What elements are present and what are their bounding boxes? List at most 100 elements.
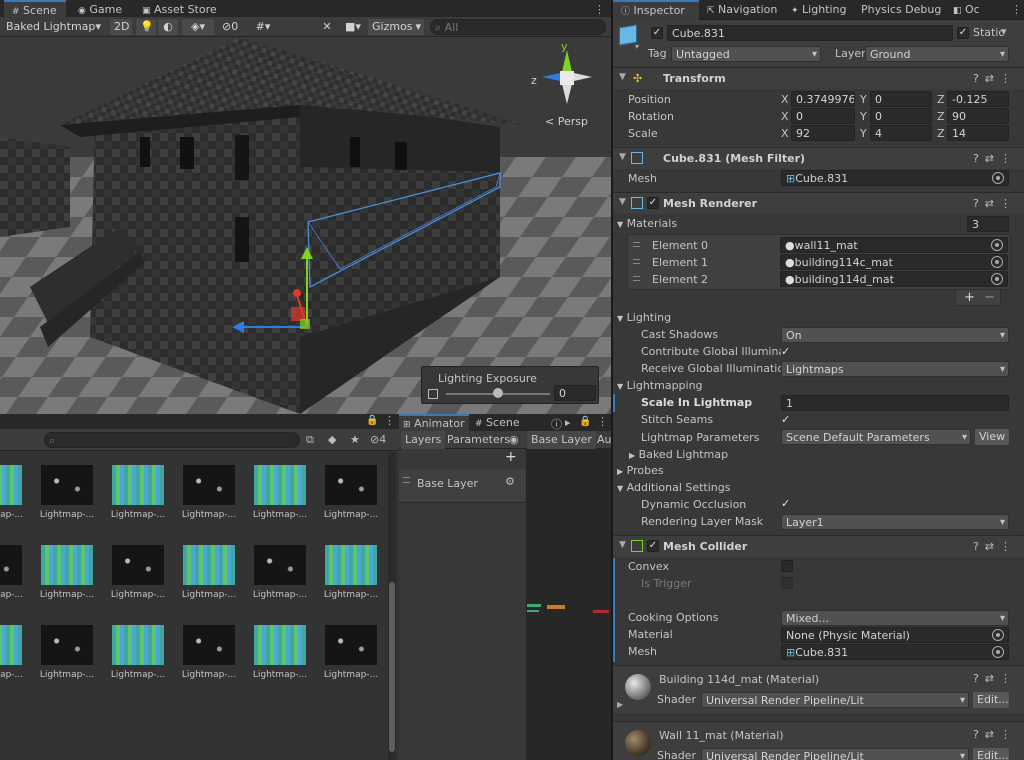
eye-icon[interactable]: ◉: [509, 433, 519, 446]
collider-material-field[interactable]: None (Physic Material): [781, 627, 1009, 643]
component-header-icons[interactable]: ?⇄⋮: [973, 672, 1017, 685]
scene-search-input[interactable]: ⌕ All: [430, 19, 606, 35]
2d-toggle[interactable]: 2D: [110, 19, 132, 35]
lightmap-params-dropdown[interactable]: Scene Default Parameters: [781, 429, 971, 445]
object-picker-icon[interactable]: [992, 172, 1004, 184]
lightmap-thumbnail[interactable]: [254, 625, 306, 665]
scale-lightmap-field[interactable]: 1: [781, 395, 1009, 411]
transform-position-y[interactable]: 0: [870, 91, 932, 107]
stitch-seams-checkbox[interactable]: ✓: [781, 413, 790, 426]
grid-dropdown-icon[interactable]: #▾: [250, 19, 276, 35]
tab-layers[interactable]: Layers: [401, 431, 446, 449]
effects-dropdown-icon[interactable]: ◈▾: [182, 19, 214, 35]
tab-scroll-right-icon[interactable]: ▸: [565, 416, 571, 429]
exposure-slider-handle[interactable]: [493, 388, 503, 398]
anystate-state[interactable]: [527, 610, 539, 612]
drag-handle-icon[interactable]: [403, 477, 410, 483]
transform-rotation-z[interactable]: 90: [947, 108, 1009, 124]
hidden-objects-toggle[interactable]: ⊘0: [218, 19, 246, 35]
lightmap-thumbnail[interactable]: [112, 465, 164, 505]
component-header-icons[interactable]: ?⇄⋮: [973, 152, 1017, 165]
tab-animator[interactable]: ⊞ Animator: [399, 414, 469, 431]
tab-navigation[interactable]: ⇱ Navigation: [699, 0, 785, 20]
drag-handle-icon[interactable]: [633, 259, 640, 264]
lightmap-thumbnail[interactable]: [183, 625, 235, 665]
materials-count-field[interactable]: 3: [967, 216, 1009, 232]
add-layer-button[interactable]: +: [505, 449, 517, 465]
axis-x-label[interactable]: X: [781, 110, 789, 124]
mesh-renderer-enabled-checkbox[interactable]: ✓: [647, 197, 659, 209]
animator-graph[interactable]: [527, 449, 611, 760]
tab-lighting[interactable]: ✦ Lighting: [783, 0, 855, 20]
axis-z-label[interactable]: Z: [937, 93, 945, 107]
component-header-icons[interactable]: ?⇄⋮: [973, 197, 1017, 210]
auto-live-link-toggle[interactable]: Au: [595, 431, 614, 449]
collider-mesh-field[interactable]: ⊞Cube.831: [781, 644, 1009, 660]
tools-icon[interactable]: ✕: [318, 19, 336, 35]
lightmap-thumbnail[interactable]: [254, 465, 306, 505]
lightmap-thumbnail[interactable]: [325, 625, 377, 665]
mesh-renderer-header[interactable]: ▼ ✓ Mesh Renderer ?⇄⋮: [613, 192, 1024, 214]
project-search-input[interactable]: ⌕: [44, 432, 300, 448]
lightmap-thumbnail[interactable]: [325, 545, 377, 585]
material-preview-building[interactable]: ▶ Building 114d_mat (Material) Shader Un…: [613, 665, 1024, 713]
object-picker-icon[interactable]: [991, 256, 1003, 268]
cooking-options-dropdown[interactable]: Mixed...: [781, 610, 1009, 626]
scrollbar-thumb[interactable]: [389, 582, 395, 752]
drag-handle-icon[interactable]: [633, 242, 640, 247]
shader-dropdown[interactable]: Universal Render Pipeline/Lit: [701, 692, 969, 708]
tab-inspector[interactable]: ⓘ Inspector: [613, 0, 699, 20]
panel-menu-icon[interactable]: ⋮: [594, 3, 605, 16]
lock-icon[interactable]: 🔒: [366, 415, 378, 426]
lightmap-thumbnail[interactable]: [0, 545, 22, 585]
lighting-foldout[interactable]: ▼ Lighting: [617, 311, 671, 324]
tab-scene-secondary[interactable]: # Scene: [471, 414, 524, 431]
lightmap-thumbnail[interactable]: [0, 625, 22, 665]
mesh-collider-header[interactable]: ▼ ✓ Mesh Collider ?⇄⋮: [613, 535, 1024, 557]
material-preview-wall[interactable]: Wall 11_mat (Material) Shader Universal …: [613, 721, 1024, 760]
component-header-icons[interactable]: ?⇄⋮: [973, 728, 1017, 741]
scene-viewport[interactable]: y z < Persp Lighting Exposure 0: [0, 37, 611, 414]
breadcrumb-base-layer[interactable]: Base Layer: [527, 431, 596, 449]
view-button[interactable]: View: [975, 429, 1009, 445]
lightmap-thumbnail[interactable]: [254, 545, 306, 585]
gear-icon[interactable]: ⚙: [505, 475, 515, 488]
lighting-toggle-icon[interactable]: 💡: [136, 19, 156, 35]
lightmap-thumbnail[interactable]: [41, 625, 93, 665]
foldout-arrow-icon[interactable]: ▼: [619, 540, 626, 550]
transform-header[interactable]: ▼ ✣ Transform ?⇄⋮: [613, 67, 1024, 89]
persp-label[interactable]: < Persp: [545, 115, 588, 129]
transform-position-z[interactable]: -0.125: [947, 91, 1009, 107]
lightmap-thumbnail[interactable]: [41, 465, 93, 505]
edit-shader-button[interactable]: Edit...: [973, 692, 1009, 708]
lightmap-thumbnail[interactable]: [325, 465, 377, 505]
lightmap-thumbnail[interactable]: [41, 545, 93, 585]
material-element-row[interactable]: Element 0 ●wall11_mat: [628, 237, 1010, 254]
material-element-field[interactable]: ●building114d_mat: [780, 271, 1008, 287]
gizmos-dropdown[interactable]: Gizmos ▾: [368, 19, 424, 35]
transform-position-x[interactable]: 0.3749976: [791, 91, 855, 107]
foldout-arrow-icon[interactable]: ▼: [619, 197, 626, 207]
favorite-icon[interactable]: ★: [350, 433, 360, 446]
material-element-row[interactable]: Element 1 ●building114c_mat: [628, 254, 1010, 271]
active-checkbox[interactable]: ✓: [651, 27, 663, 39]
object-picker-icon[interactable]: [992, 629, 1004, 641]
axis-y-label[interactable]: Y: [860, 110, 867, 124]
transform-rotation-y[interactable]: 0: [870, 108, 932, 124]
panel-menu-icon[interactable]: ⋮: [1011, 3, 1022, 16]
receive-gi-dropdown[interactable]: Lightmaps: [781, 361, 1009, 377]
dynamic-occlusion-checkbox[interactable]: ✓: [781, 497, 790, 510]
tab-physics-debug[interactable]: Physics Debug: [853, 0, 949, 20]
remove-element-button[interactable]: −: [984, 290, 995, 305]
material-element-row[interactable]: Element 2 ●building114d_mat: [628, 271, 1010, 288]
tab-occlusion[interactable]: ◧ Oc: [945, 0, 988, 20]
layer-item[interactable]: Base Layer ⚙: [399, 469, 526, 503]
lightmapping-foldout[interactable]: ▼ Lightmapping: [617, 379, 703, 392]
mesh-filter-header[interactable]: ▼ Cube.831 (Mesh Filter) ?⇄⋮: [613, 147, 1024, 169]
add-element-button[interactable]: +: [964, 290, 975, 305]
baked-lightmap-foldout[interactable]: ▶ Baked Lightmap: [629, 448, 728, 461]
additional-settings-foldout[interactable]: ▼ Additional Settings: [617, 481, 731, 494]
audio-toggle-icon[interactable]: ◐: [158, 19, 178, 35]
mesh-filter-mesh-field[interactable]: ⊞Cube.831: [781, 170, 1009, 186]
materials-foldout[interactable]: ▼ Materials: [617, 217, 677, 230]
